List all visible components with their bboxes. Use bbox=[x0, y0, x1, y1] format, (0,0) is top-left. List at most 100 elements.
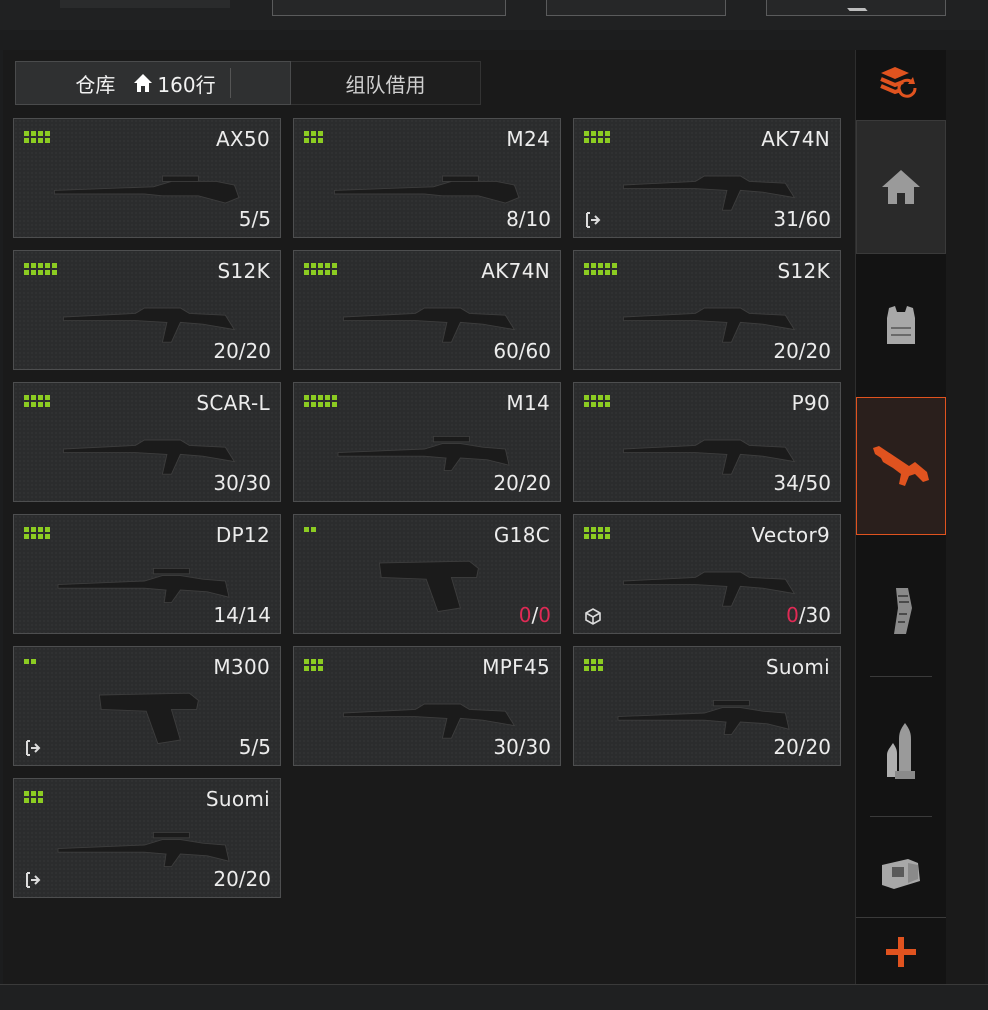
weapon-card[interactable]: Suomi 20/20 bbox=[573, 646, 841, 766]
top-button-3[interactable] bbox=[546, 0, 726, 16]
ammo-count: 20/20 bbox=[773, 339, 831, 363]
rarity-dot bbox=[598, 402, 603, 407]
rarity-dot bbox=[311, 402, 316, 407]
sidebar-item-sights[interactable] bbox=[856, 830, 946, 916]
weapon-card[interactable]: SCAR-L 30/30 bbox=[13, 382, 281, 502]
rarity-dot bbox=[38, 138, 43, 143]
rarity-dot bbox=[31, 131, 36, 136]
weapon-name: S12K bbox=[217, 259, 270, 283]
sidebar-item-refresh[interactable] bbox=[856, 50, 946, 116]
rarity-dot bbox=[325, 402, 330, 407]
ammo-current: 0 bbox=[518, 603, 532, 627]
weapon-card[interactable]: MPF45 30/30 bbox=[293, 646, 561, 766]
rarity-dot bbox=[24, 395, 29, 400]
weapon-card[interactable]: Suomi 20/20 bbox=[13, 778, 281, 898]
rarity-dot bbox=[38, 798, 43, 803]
tab-divider bbox=[229, 68, 231, 98]
rarity-dots bbox=[304, 659, 325, 671]
rarity-dot bbox=[584, 395, 589, 400]
sidebar-item-ammo[interactable] bbox=[856, 686, 946, 816]
rarity-dot bbox=[318, 131, 323, 136]
weapon-name: M14 bbox=[506, 391, 550, 415]
weapon-name: MPF45 bbox=[482, 655, 550, 679]
weapon-card[interactable]: DP12 14/14 bbox=[13, 514, 281, 634]
tab-warehouse[interactable]: 仓库 160行 bbox=[15, 61, 291, 105]
rarity-dot bbox=[311, 666, 316, 671]
rarity-dots bbox=[584, 527, 612, 539]
ammo-current: 5 bbox=[238, 207, 252, 231]
ammo-separator: / bbox=[798, 339, 806, 363]
ammo-max: 60 bbox=[805, 207, 831, 231]
tab-team-borrow[interactable]: 组队借用 bbox=[291, 61, 481, 105]
rarity-dots bbox=[24, 791, 45, 803]
ammo-current: 20 bbox=[773, 339, 799, 363]
rarity-dot bbox=[584, 263, 589, 268]
rarity-dot bbox=[591, 138, 596, 143]
rarity-dot bbox=[591, 534, 596, 539]
ammo-max: 20 bbox=[525, 471, 551, 495]
rarity-dot bbox=[605, 138, 610, 143]
add-category-button[interactable] bbox=[856, 917, 946, 985]
rarity-dot bbox=[31, 270, 36, 275]
rarity-dot bbox=[598, 131, 603, 136]
ammo-current: 14 bbox=[213, 603, 239, 627]
bottom-bar bbox=[0, 984, 988, 1010]
weapon-card[interactable]: S12K 20/20 bbox=[13, 250, 281, 370]
rarity-dot bbox=[38, 527, 43, 532]
ammo-separator: / bbox=[238, 603, 246, 627]
ammo-max: 5 bbox=[258, 207, 271, 231]
rarity-dot bbox=[318, 402, 323, 407]
sidebar-item-weapons[interactable] bbox=[856, 397, 946, 535]
weapon-name: AX50 bbox=[215, 127, 270, 151]
rarity-dot bbox=[31, 791, 36, 796]
weapon-name: DP12 bbox=[215, 523, 270, 547]
weapon-card[interactable]: AK74N 31/60 bbox=[573, 118, 841, 238]
top-button-1[interactable] bbox=[60, 0, 230, 8]
rarity-dot bbox=[318, 659, 323, 664]
rarity-dot bbox=[318, 263, 323, 268]
weapon-card[interactable]: G18C 0/0 bbox=[293, 514, 561, 634]
transfer-icon bbox=[26, 872, 41, 888]
weapon-card[interactable]: M24 8/10 bbox=[293, 118, 561, 238]
weapon-card[interactable]: M300 5/5 bbox=[13, 646, 281, 766]
ammo-count: 34/50 bbox=[773, 471, 831, 495]
ammo-separator: / bbox=[238, 339, 246, 363]
ammo-separator: / bbox=[798, 207, 806, 231]
sidebar-item-home[interactable] bbox=[856, 120, 946, 254]
rarity-dot bbox=[325, 270, 330, 275]
ammo-count: 30/30 bbox=[493, 735, 551, 759]
rarity-dot bbox=[24, 798, 29, 803]
ammo-max: 5 bbox=[258, 735, 271, 759]
ammo-count: 0/30 bbox=[786, 603, 831, 627]
tab-bar: 仓库 160行 组队借用 bbox=[15, 61, 481, 105]
rarity-dot bbox=[304, 659, 309, 664]
rarity-dot bbox=[605, 395, 610, 400]
rarity-dot bbox=[584, 666, 589, 671]
weapon-card[interactable]: P90 34/50 bbox=[573, 382, 841, 502]
rarity-dot bbox=[31, 534, 36, 539]
rarity-dot bbox=[45, 270, 50, 275]
rarity-dots bbox=[304, 527, 318, 532]
rarity-dot bbox=[318, 270, 323, 275]
weapon-card[interactable]: M14 20/20 bbox=[293, 382, 561, 502]
sidebar-item-armor[interactable] bbox=[856, 276, 946, 376]
weapon-card[interactable]: AK74N 60/60 bbox=[293, 250, 561, 370]
top-strip bbox=[0, 0, 988, 30]
home-icon bbox=[134, 74, 153, 92]
weapon-card[interactable]: AX50 5/5 bbox=[13, 118, 281, 238]
rarity-dot bbox=[31, 659, 36, 664]
top-button-2[interactable] bbox=[272, 0, 506, 16]
rarity-dot bbox=[24, 527, 29, 532]
ammo-current: 20 bbox=[213, 867, 239, 891]
weapon-card[interactable]: S12K 20/20 bbox=[573, 250, 841, 370]
rarity-dots bbox=[24, 131, 52, 143]
ammo-count: 0/0 bbox=[519, 603, 551, 627]
ammo-count: 20/20 bbox=[493, 471, 551, 495]
sidebar-item-magazines[interactable] bbox=[856, 556, 946, 668]
rarity-dot bbox=[311, 395, 316, 400]
weapon-card[interactable]: Vector9 0/30 bbox=[573, 514, 841, 634]
rarity-dot bbox=[584, 534, 589, 539]
ammo-count: 31/60 bbox=[773, 207, 831, 231]
rarity-dot bbox=[318, 666, 323, 671]
sidebar-divider bbox=[870, 816, 932, 817]
